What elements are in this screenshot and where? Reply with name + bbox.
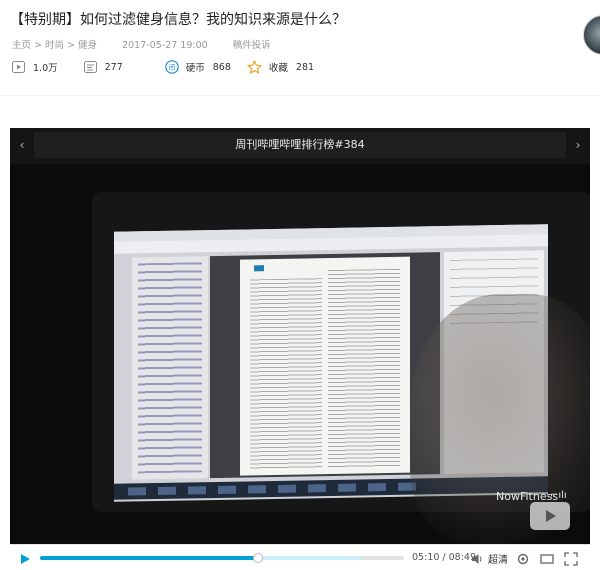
coin-label: 硬币 — [185, 63, 205, 74]
svg-text:币: 币 — [168, 63, 176, 72]
danmaku-icon — [83, 61, 97, 73]
danmaku-count: 277 — [83, 61, 123, 73]
play-count: 1.0万 — [12, 60, 58, 74]
time-display: 05:10 / 08:49 — [412, 552, 476, 563]
play-count-icon — [12, 61, 25, 73]
play-button[interactable] — [18, 551, 32, 565]
breadcrumb-home[interactable]: 主页 — [12, 40, 31, 51]
video-title: 【特别期】如何过滤健身信息？我的知识来源是什么？ — [10, 12, 346, 28]
video-stats: 1.0万 277 币 硬币 868 收藏 281 — [12, 57, 314, 77]
danmaku-count-value: 277 — [104, 61, 123, 73]
report-link[interactable]: 稿件投诉 — [233, 40, 271, 51]
star-icon — [247, 60, 262, 74]
coin-count-value: 868 — [212, 61, 231, 73]
ranking-title[interactable]: 周刊哔哩哔哩排行榜#384 — [34, 132, 566, 158]
quality-selector[interactable]: 超清 — [488, 551, 508, 566]
time-separator: / — [439, 552, 449, 563]
favorite-count-value: 281 — [295, 61, 315, 73]
breadcrumb-separator: > — [31, 40, 46, 51]
pdf-document-area — [210, 252, 440, 479]
progress-fill — [40, 556, 259, 560]
page-column — [250, 278, 322, 470]
video-meta: 主页 > 时尚 > 健身 2017-05-27 19:00 稿件投诉 — [12, 37, 271, 51]
coin-icon: 币 — [164, 60, 179, 74]
watermark-logo: ⌐ılı — [550, 490, 567, 501]
breadcrumb-separator: > — [64, 40, 79, 51]
volume-icon[interactable] — [470, 551, 484, 565]
breadcrumb-fitness[interactable]: 健身 — [78, 40, 97, 51]
widescreen-icon[interactable] — [540, 551, 554, 565]
pdf-page — [240, 256, 410, 476]
ranking-bar: ‹ 周刊哔哩哔哩排行榜#384 › — [10, 128, 590, 163]
big-play-button[interactable] — [530, 502, 570, 530]
settings-icon[interactable] — [516, 551, 530, 565]
time-current: 05:10 — [412, 552, 440, 563]
play-count-value: 1.0万 — [33, 63, 58, 74]
chevron-left-icon[interactable]: ‹ — [15, 136, 29, 154]
progress-bar[interactable] — [40, 553, 404, 563]
favorite-label: 收藏 — [268, 63, 288, 74]
page-marker — [254, 265, 264, 272]
video-frame[interactable]: NowFitness ⌐ılı — [10, 164, 590, 544]
header-divider — [0, 95, 600, 96]
publish-date: 2017-05-27 19:00 — [122, 40, 208, 51]
video-player[interactable]: ‹ 周刊哔哩哔哩排行榜#384 › NowFitness ⌐ılı 05:10 … — [10, 128, 590, 570]
chevron-right-icon[interactable]: › — [571, 136, 585, 154]
breadcrumb-fashion[interactable]: 时尚 — [45, 40, 64, 51]
fullscreen-icon[interactable] — [564, 551, 578, 566]
uploader-avatar[interactable] — [583, 15, 600, 55]
pdf-bookmarks — [132, 256, 208, 480]
coin-stat[interactable]: 币 硬币 868 — [164, 60, 231, 74]
progress-handle[interactable] — [253, 553, 264, 563]
favorite-stat[interactable]: 收藏 281 — [247, 60, 314, 74]
player-controls: 05:10 / 08:49 超清 — [10, 544, 590, 570]
page-column — [328, 268, 400, 469]
